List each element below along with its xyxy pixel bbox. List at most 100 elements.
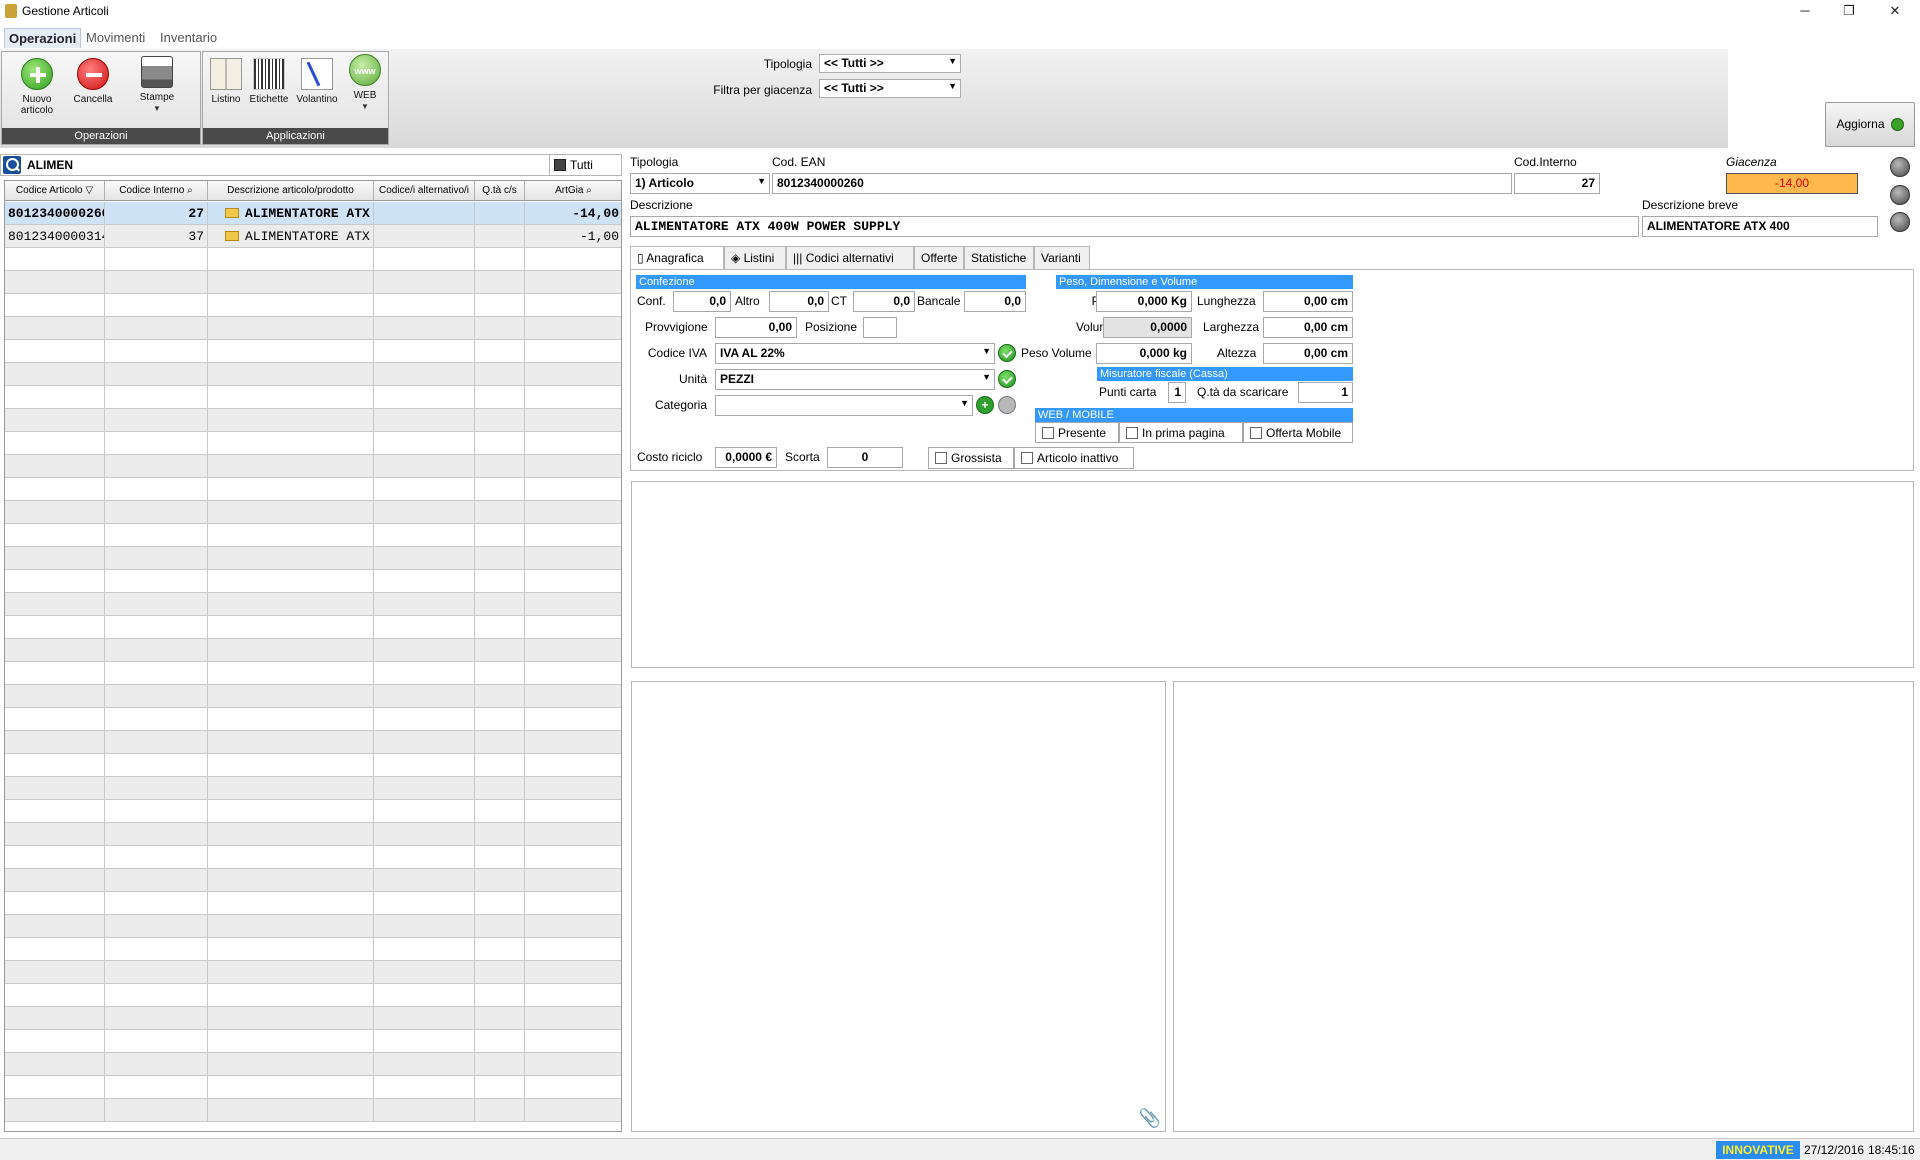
add-icon[interactable]: + bbox=[976, 396, 994, 414]
table-row[interactable] bbox=[5, 685, 621, 708]
column-header[interactable]: Q.tà c/s bbox=[475, 181, 525, 201]
column-header[interactable]: Descrizione articolo/prodotto bbox=[208, 181, 374, 201]
tab-listini[interactable]: ◈ Listini bbox=[724, 246, 786, 270]
table-row[interactable] bbox=[5, 846, 621, 869]
table-row[interactable] bbox=[5, 777, 621, 800]
tab-inventario[interactable]: Inventario bbox=[156, 28, 221, 47]
filter-giacenza-select[interactable]: << Tutti >> ▼ bbox=[819, 79, 961, 98]
column-header[interactable]: Codice Articolo ▽ bbox=[5, 181, 105, 201]
tab-varianti[interactable]: Varianti bbox=[1034, 246, 1090, 270]
table-row[interactable] bbox=[5, 501, 621, 524]
table-row[interactable] bbox=[5, 547, 621, 570]
table-row[interactable] bbox=[5, 294, 621, 317]
tipologia-select[interactable]: 1) Articolo ▼ bbox=[630, 173, 770, 194]
altezza-field[interactable]: 0,00 cm bbox=[1263, 343, 1353, 364]
search-icon[interactable] bbox=[3, 156, 21, 174]
table-row[interactable] bbox=[5, 570, 621, 593]
paperclip-icon[interactable]: 📎 bbox=[1139, 1108, 1161, 1129]
tutti-checkbox[interactable]: Tutti bbox=[549, 155, 623, 175]
ct-field[interactable]: 0,0 bbox=[853, 291, 915, 312]
aggiorna-button[interactable]: Aggiorna bbox=[1825, 102, 1915, 147]
pesovol-field[interactable]: 0,000 kg bbox=[1096, 343, 1192, 364]
provvigione-field[interactable]: 0,00 bbox=[715, 317, 797, 338]
grossista-checkbox[interactable]: Grossista bbox=[928, 447, 1014, 469]
close-button[interactable]: ✕ bbox=[1872, 0, 1918, 22]
web-button[interactable]: www WEB ▼ bbox=[345, 54, 385, 112]
minimize-button[interactable]: ─ bbox=[1782, 0, 1828, 22]
confirm-unita-icon[interactable] bbox=[998, 370, 1016, 388]
table-row[interactable] bbox=[5, 915, 621, 938]
table-row[interactable] bbox=[5, 662, 621, 685]
confirm-iva-icon[interactable] bbox=[998, 344, 1016, 362]
inattivo-checkbox[interactable]: Articolo inattivo bbox=[1014, 447, 1134, 469]
table-row[interactable] bbox=[5, 478, 621, 501]
tab-statistiche[interactable]: Statistiche bbox=[964, 246, 1034, 270]
conf-field[interactable]: 0,0 bbox=[673, 291, 731, 312]
cancella-button[interactable]: Cancella bbox=[72, 58, 114, 105]
table-row[interactable] bbox=[5, 708, 621, 731]
tab-codici-alternativi[interactable]: ||| Codici alternativi bbox=[786, 246, 914, 270]
table-row[interactable] bbox=[5, 340, 621, 363]
costo-field[interactable]: 0,0000 € bbox=[715, 447, 777, 468]
table-row[interactable] bbox=[5, 1007, 621, 1030]
table-row[interactable] bbox=[5, 271, 621, 294]
table-row[interactable] bbox=[5, 938, 621, 961]
ean-field[interactable]: 8012340000260 bbox=[772, 173, 1512, 194]
filter-tipologia-select[interactable]: << Tutti >> ▼ bbox=[819, 54, 961, 73]
iva-select[interactable]: IVA AL 22% ▼ bbox=[715, 343, 995, 364]
bancale-field[interactable]: 0,0 bbox=[964, 291, 1026, 312]
posizione-field[interactable] bbox=[863, 317, 897, 338]
descrizione-field[interactable]: ALIMENTATORE ATX 400W POWER SUPPLY bbox=[630, 216, 1639, 237]
table-row[interactable]: 801234000031437 ALIMENTATORE ATX 500W -1,0… bbox=[5, 225, 621, 248]
table-row[interactable] bbox=[5, 731, 621, 754]
listino-button[interactable]: Listino bbox=[207, 58, 245, 105]
table-row[interactable] bbox=[5, 432, 621, 455]
table-row[interactable]: 801234000026027 ALIMENTATORE ATX 400W POW… bbox=[5, 202, 621, 225]
table-row[interactable] bbox=[5, 869, 621, 892]
column-header[interactable]: Codice/i alternativo/i bbox=[374, 181, 475, 201]
tab-offerte[interactable]: Offerte bbox=[914, 246, 964, 270]
table-row[interactable] bbox=[5, 317, 621, 340]
table-row[interactable] bbox=[5, 524, 621, 547]
presente-checkbox[interactable]: Presente bbox=[1035, 422, 1119, 443]
column-header[interactable]: Codice Interno ⌕ bbox=[105, 181, 208, 201]
table-row[interactable] bbox=[5, 409, 621, 432]
table-row[interactable] bbox=[5, 248, 621, 271]
offerta-mobile-checkbox[interactable]: Offerta Mobile bbox=[1243, 422, 1353, 443]
nuovo-articolo-button[interactable]: Nuovo articolo bbox=[6, 58, 68, 116]
notes-panel[interactable] bbox=[631, 481, 1914, 668]
table-row[interactable] bbox=[5, 800, 621, 823]
descrizione-breve-field[interactable]: ALIMENTATORE ATX 400 bbox=[1642, 216, 1878, 237]
larghezza-field[interactable]: 0,00 cm bbox=[1263, 317, 1353, 338]
etichette-button[interactable]: Etichette bbox=[247, 58, 291, 105]
scorta-field[interactable]: 0 bbox=[827, 447, 903, 468]
volantino-button[interactable]: Volantino bbox=[293, 58, 341, 105]
table-row[interactable] bbox=[5, 984, 621, 1007]
table-row[interactable] bbox=[5, 386, 621, 409]
eraser-icon[interactable] bbox=[998, 396, 1016, 414]
details-panel[interactable] bbox=[1173, 681, 1914, 1132]
qta-field[interactable]: 1 bbox=[1298, 382, 1353, 403]
table-row[interactable] bbox=[5, 455, 621, 478]
table-row[interactable] bbox=[5, 754, 621, 777]
table-row[interactable] bbox=[5, 1076, 621, 1099]
table-row[interactable] bbox=[5, 823, 621, 846]
table-row[interactable] bbox=[5, 961, 621, 984]
table-row[interactable] bbox=[5, 1053, 621, 1076]
restore-button[interactable]: ❐ bbox=[1826, 0, 1872, 22]
peso-field[interactable]: 0,000 Kg bbox=[1096, 291, 1192, 312]
status-light-1[interactable] bbox=[1890, 157, 1910, 177]
status-light-2[interactable] bbox=[1890, 185, 1910, 205]
tab-operazioni[interactable]: Operazioni bbox=[4, 28, 82, 48]
categoria-select[interactable]: ▼ bbox=[715, 395, 973, 416]
column-header[interactable]: ArtGia ⌕ bbox=[525, 181, 621, 201]
interno-field[interactable]: 27 bbox=[1514, 173, 1600, 194]
tab-movimenti[interactable]: Movimenti bbox=[82, 28, 149, 47]
table-row[interactable] bbox=[5, 1099, 621, 1122]
tab-anagrafica[interactable]: ▯ Anagrafica bbox=[630, 246, 724, 270]
table-row[interactable] bbox=[5, 616, 621, 639]
table-row[interactable] bbox=[5, 1030, 621, 1053]
table-row[interactable] bbox=[5, 593, 621, 616]
prima-pagina-checkbox[interactable]: In prima pagina bbox=[1119, 422, 1243, 443]
search-input[interactable]: ALIMEN bbox=[27, 158, 73, 172]
